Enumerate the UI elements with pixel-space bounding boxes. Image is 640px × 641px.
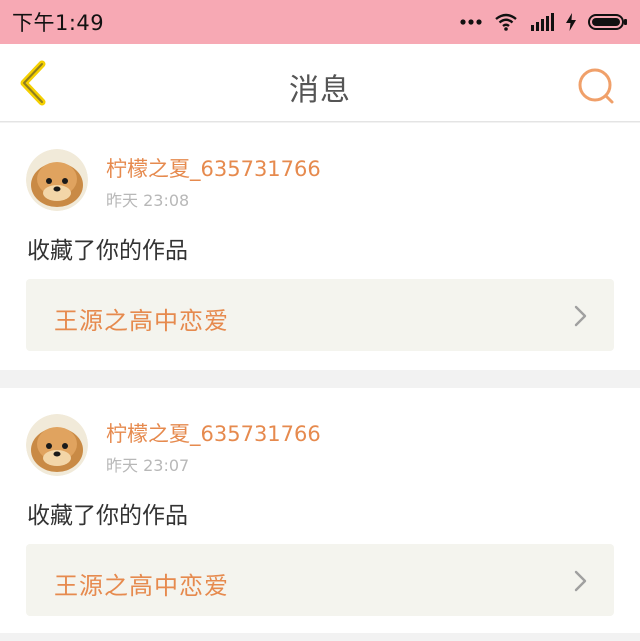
message-action-text: 收藏了你的作品 <box>27 238 188 264</box>
page-title: 消息 <box>289 73 351 108</box>
wifi-icon <box>495 13 517 31</box>
status-time: 下午1:49 <box>12 11 105 35</box>
status-icons <box>460 13 628 31</box>
avatar[interactable] <box>26 414 88 476</box>
charging-icon <box>566 13 576 31</box>
search-button[interactable] <box>574 64 618 108</box>
more-dots-icon <box>460 19 482 25</box>
work-link[interactable]: 王源之高中恋爱 <box>26 279 614 351</box>
username[interactable]: 柠檬之夏_635731766 <box>106 153 321 183</box>
card-divider <box>0 370 640 388</box>
message-time: 昨天 23:08 <box>106 191 190 210</box>
work-title: 王源之高中恋爱 <box>54 307 229 335</box>
avatar[interactable] <box>26 149 88 211</box>
chevron-right-icon <box>574 570 587 592</box>
message-card: 柠檬之夏_635731766 昨天 23:08 收藏了你的作品 王源之高中恋爱 <box>0 123 640 370</box>
nav-header: 消息 <box>0 44 640 122</box>
search-icon <box>578 68 614 104</box>
message-action-text: 收藏了你的作品 <box>27 503 188 529</box>
battery-icon <box>588 14 627 30</box>
status-bar: 下午1:49 <box>0 0 640 44</box>
work-title: 王源之高中恋爱 <box>54 572 229 600</box>
chevron-right-icon <box>574 305 587 327</box>
signal-icon <box>531 13 554 31</box>
message-card: 柠檬之夏_635731766 昨天 23:07 收藏了你的作品 王源之高中恋爱 <box>0 388 640 633</box>
work-link[interactable]: 王源之高中恋爱 <box>26 544 614 616</box>
message-time: 昨天 23:07 <box>106 456 190 475</box>
username[interactable]: 柠檬之夏_635731766 <box>106 418 321 448</box>
